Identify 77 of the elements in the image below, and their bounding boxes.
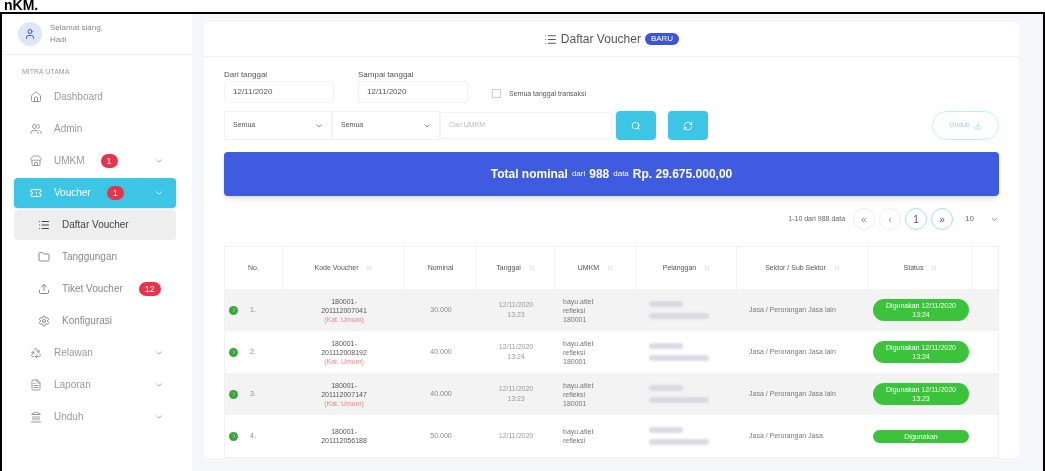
status-dot-icon xyxy=(229,305,238,315)
sort-icon[interactable] xyxy=(528,265,535,271)
total-unit: data xyxy=(613,168,629,180)
user-name: Hadi xyxy=(50,34,68,46)
submenu-item[interactable]: Konfigurasi xyxy=(14,305,176,336)
greeting-text: Selamat siang, xyxy=(50,22,103,34)
ticket-icon xyxy=(30,186,42,199)
sort-icon[interactable] xyxy=(704,265,711,271)
card-title: Daftar Voucher xyxy=(560,31,641,48)
total-count: 988 xyxy=(589,166,610,183)
sort-icon[interactable] xyxy=(931,265,938,271)
list-icon xyxy=(38,218,50,231)
item-label: Dashboard xyxy=(54,90,103,104)
sidebar-item[interactable]: Dashboard xyxy=(14,81,176,112)
checkbox[interactable] xyxy=(492,89,501,99)
folder-icon xyxy=(38,250,50,263)
status-dot-icon xyxy=(229,389,238,399)
total-amount: Rp. 29.675.000,00 xyxy=(632,166,733,183)
item-label: Konfigurasi xyxy=(62,314,113,328)
submenu-item[interactable]: Tanggungan xyxy=(14,241,176,272)
per-page-select[interactable]: 10 xyxy=(965,213,999,225)
status-dot-icon xyxy=(229,431,238,441)
users-icon xyxy=(30,122,42,135)
home-icon xyxy=(30,90,42,103)
sidebar-item[interactable]: Voucher 1 xyxy=(14,177,176,208)
store-icon xyxy=(30,154,42,167)
redacted-text xyxy=(649,343,683,349)
redacted-text xyxy=(649,439,709,445)
avatar-icon xyxy=(18,22,42,46)
list-icon xyxy=(543,32,557,46)
upload-icon xyxy=(38,282,50,295)
refresh-icon xyxy=(683,120,693,131)
title-badge: BARU xyxy=(644,33,680,45)
count-badge: 1 xyxy=(106,185,124,200)
date-field[interactable]: 12/11/2020 xyxy=(358,81,468,103)
item-label: Voucher xyxy=(54,186,91,200)
count-badge: 12 xyxy=(138,281,161,296)
submenu-item[interactable]: Tiket Voucher 12 xyxy=(14,273,176,304)
status-dot-icon xyxy=(229,347,238,357)
sort-icon[interactable] xyxy=(607,265,614,271)
redacted-text xyxy=(649,355,709,361)
sidebar-item[interactable]: Laporan xyxy=(14,369,176,400)
gear-icon xyxy=(38,314,50,327)
field-label: Dari tanggal xyxy=(224,69,269,81)
sidebar-item[interactable]: UMKM 1 xyxy=(14,145,176,176)
bank-icon xyxy=(30,410,42,423)
download-icon xyxy=(974,121,982,130)
item-label: UMKM xyxy=(54,154,85,168)
item-label: Tanggungan xyxy=(62,250,118,264)
item-label: Unduh xyxy=(54,410,84,424)
redacted-text xyxy=(649,301,683,307)
item-label: Laporan xyxy=(54,378,91,392)
item-label: Admin xyxy=(54,122,83,136)
sort-icon[interactable] xyxy=(366,265,373,271)
total-from: dari xyxy=(571,168,586,180)
field-label: Sampai tanggal xyxy=(358,69,415,81)
redacted-text xyxy=(649,397,709,403)
sidebar-item[interactable]: Relawan xyxy=(14,337,176,368)
redacted-text xyxy=(649,427,683,433)
search-button[interactable] xyxy=(616,111,656,140)
count-badge: 1 xyxy=(100,153,118,168)
caption-text: nKM. xyxy=(3,0,40,12)
redacted-text xyxy=(649,385,683,391)
date-field[interactable]: 12/11/2020 xyxy=(224,81,334,103)
submenu-item[interactable]: Daftar Voucher xyxy=(14,209,176,240)
search-icon xyxy=(631,120,641,131)
sidebar-item[interactable]: Unduh xyxy=(14,401,176,432)
refresh-button[interactable] xyxy=(668,111,708,140)
total-label: Total nominal xyxy=(490,166,568,183)
item-label: Relawan xyxy=(54,346,93,360)
redacted-text xyxy=(649,313,709,319)
item-label: Daftar Voucher xyxy=(62,218,129,232)
sort-icon[interactable] xyxy=(833,265,840,271)
document-icon xyxy=(30,378,42,391)
sidebar-item[interactable]: Admin xyxy=(14,113,176,144)
recycle-icon xyxy=(30,346,42,359)
item-label: Tiket Voucher xyxy=(62,282,123,296)
